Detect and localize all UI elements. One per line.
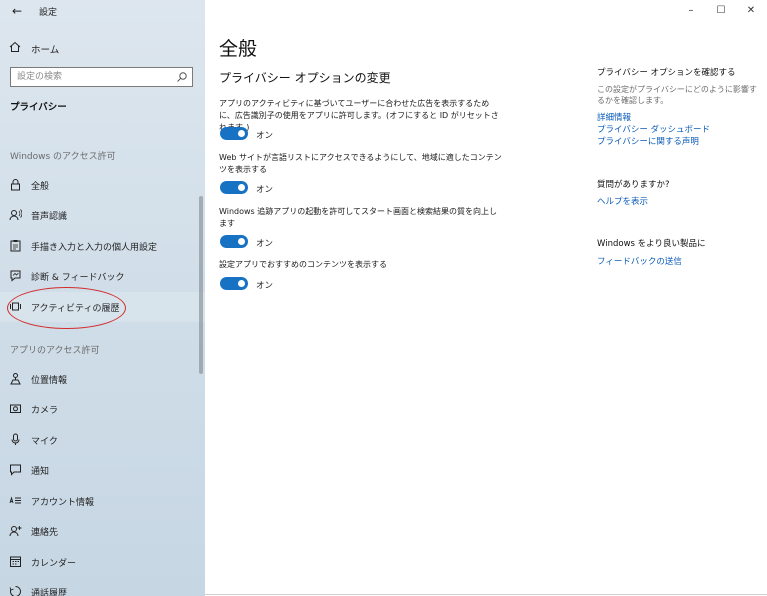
toggle-state-label: オン bbox=[256, 185, 274, 195]
search-input[interactable] bbox=[11, 68, 171, 86]
clipboard-icon bbox=[10, 240, 21, 252]
sidebar-item-inking[interactable]: 手描き入力と入力の個人用設定 bbox=[0, 231, 205, 261]
get-help-link[interactable]: ヘルプを表示 bbox=[597, 195, 648, 207]
annotation-circle bbox=[7, 287, 126, 329]
toggle-state-label: オン bbox=[256, 131, 274, 141]
sidebar-item-notifications[interactable]: 通知 bbox=[0, 455, 205, 485]
setting-description-app-launch-tracking: Windows 追跡アプリの起動を許可してスタート画面と検索結果の質を向上します bbox=[219, 207, 498, 228]
search-box[interactable] bbox=[10, 67, 193, 87]
notification-icon bbox=[10, 464, 21, 476]
window-bottom-border bbox=[205, 594, 767, 595]
toggle-app-launch-tracking[interactable] bbox=[220, 235, 248, 248]
sidebar-item-label: ホーム bbox=[31, 45, 60, 56]
toggle-knob bbox=[238, 238, 245, 245]
toggle-knob bbox=[238, 280, 245, 287]
sidebar-item-label: 手描き入力と入力の個人用設定 bbox=[31, 243, 158, 253]
sidebar-item-label: マイク bbox=[31, 437, 58, 447]
sidebar-item-account-info[interactable]: アカウント情報 bbox=[0, 486, 205, 516]
location-icon bbox=[10, 373, 21, 385]
sidebar-item-label: 音声認識 bbox=[31, 212, 68, 222]
calendar-icon bbox=[10, 556, 21, 567]
setting-description-language-list: Web サイトが言語リストにアクセスできるようにして、地域に適したコンテンツを表… bbox=[219, 153, 502, 174]
toggle-knob bbox=[238, 130, 245, 137]
group-label-windows: Windows のアクセス許可 bbox=[10, 152, 116, 162]
call-history-icon bbox=[9, 586, 21, 596]
sidebar-item-general[interactable]: 全般 bbox=[0, 170, 205, 200]
sidebar-item-location[interactable]: 位置情報 bbox=[0, 364, 205, 394]
speech-icon bbox=[9, 209, 22, 221]
improve-windows-heading: Windows をより良い製品に bbox=[597, 239, 706, 249]
sidebar-item-label: カレンダー bbox=[31, 559, 77, 569]
sidebar-item-label: カメラ bbox=[31, 406, 59, 416]
toggle-state-label: オン bbox=[256, 281, 274, 291]
sidebar-item-microphone[interactable]: マイク bbox=[0, 425, 205, 455]
sidebar-item-calendar[interactable]: カレンダー bbox=[0, 547, 205, 577]
sidebar-item-camera[interactable]: カメラ bbox=[0, 394, 205, 424]
back-button[interactable]: ← bbox=[8, 3, 26, 19]
page-title: 全般 bbox=[219, 38, 258, 60]
privacy-dashboard-link[interactable]: プライバシー ダッシュボード bbox=[597, 123, 710, 135]
toggle-suggested-content[interactable] bbox=[220, 277, 248, 290]
feedback-icon bbox=[10, 270, 21, 282]
privacy-options-heading: プライバシー オプションを確認する bbox=[597, 68, 736, 78]
contacts-icon bbox=[9, 526, 22, 537]
section-subheading: プライバシー オプションの変更 bbox=[219, 71, 391, 85]
give-feedback-link[interactable]: フィードバックの送信 bbox=[597, 255, 682, 267]
app-title: 設定 bbox=[39, 8, 58, 18]
setting-description-suggested-content: 設定アプリでおすすめのコンテンツを表示する bbox=[219, 260, 387, 269]
toggle-advertising-id[interactable] bbox=[220, 127, 248, 140]
sidebar-item-label: 連絡先 bbox=[31, 528, 59, 538]
privacy-statement-link[interactable]: プライバシーに関する声明 bbox=[597, 135, 699, 147]
sidebar-item-home[interactable]: ホーム bbox=[0, 37, 205, 59]
group-label-app: アプリのアクセス許可 bbox=[10, 346, 100, 356]
toggle-state-label: オン bbox=[256, 239, 274, 249]
questions-heading: 質問がありますか? bbox=[597, 180, 670, 190]
maximize-button[interactable]: ☐ bbox=[706, 3, 736, 19]
sidebar-item-call-history[interactable]: 通話履歴 bbox=[0, 577, 205, 596]
account-info-icon bbox=[9, 496, 21, 504]
section-heading: プライバシー bbox=[10, 102, 67, 113]
sidebar-item-contacts[interactable]: 連絡先 bbox=[0, 516, 205, 546]
sidebar-item-label: アカウント情報 bbox=[31, 498, 95, 508]
toggle-knob bbox=[238, 184, 245, 191]
sidebar-item-label: 診断 & フィードバック bbox=[31, 273, 125, 283]
microphone-icon bbox=[11, 433, 20, 445]
sidebar-item-speech[interactable]: 音声認識 bbox=[0, 200, 205, 230]
camera-icon bbox=[10, 404, 21, 413]
sidebar-scrollbar[interactable] bbox=[199, 196, 203, 374]
sidebar-item-label: 通知 bbox=[31, 467, 50, 477]
toggle-language-list[interactable] bbox=[220, 181, 248, 194]
sidebar-titlebar: ← 設定 bbox=[0, 0, 205, 24]
privacy-options-description: この設定がプライバシーにどのように影響するかを確認します。 bbox=[597, 85, 757, 105]
lock-icon bbox=[11, 179, 20, 191]
more-info-link[interactable]: 詳細情報 bbox=[597, 111, 631, 123]
sidebar-item-label: 全般 bbox=[31, 182, 50, 192]
home-icon bbox=[9, 41, 21, 52]
sidebar-item-label: 通話履歴 bbox=[31, 589, 68, 596]
search-icon[interactable] bbox=[176, 71, 188, 83]
close-button[interactable]: ✕ bbox=[736, 3, 766, 19]
sidebar-item-diagnostics[interactable]: 診断 & フィードバック bbox=[0, 261, 205, 291]
minimize-button[interactable]: – bbox=[676, 3, 706, 19]
sidebar-item-label: 位置情報 bbox=[31, 376, 68, 386]
